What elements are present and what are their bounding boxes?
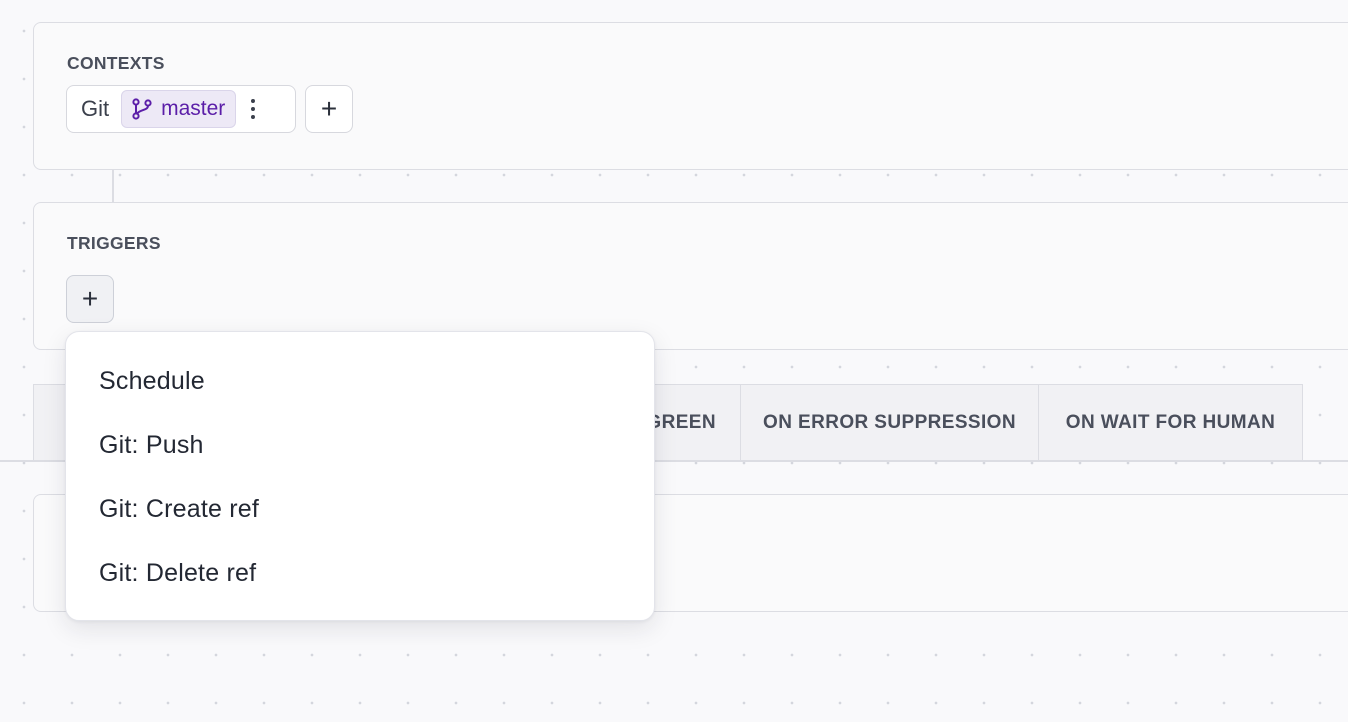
git-branch-icon xyxy=(130,97,154,121)
triggers-title: TRIGGERS xyxy=(67,233,161,253)
tab-label: GREEN xyxy=(646,412,716,433)
trigger-type-dropdown: Schedule Git: Push Git: Create ref Git: … xyxy=(65,331,655,621)
branch-badge[interactable]: master xyxy=(121,90,237,128)
git-context-chip[interactable]: Git master xyxy=(66,85,296,133)
branch-name: master xyxy=(161,97,226,120)
contexts-title: CONTEXTS xyxy=(67,53,165,73)
triggers-card: TRIGGERS + xyxy=(33,202,1348,350)
tab-on-wait-for-human[interactable]: ON WAIT FOR HUMAN xyxy=(1039,384,1303,461)
menu-item-git-delete-ref[interactable]: Git: Delete ref xyxy=(66,541,654,605)
add-trigger-button[interactable]: + xyxy=(66,275,114,323)
contexts-card: CONTEXTS Git master + xyxy=(33,22,1348,170)
tab-on-error-suppression[interactable]: ON ERROR SUPPRESSION xyxy=(741,384,1039,461)
card-connector-line xyxy=(112,169,114,203)
menu-item-git-push[interactable]: Git: Push xyxy=(66,413,654,477)
tab-label: ON ERROR SUPPRESSION xyxy=(763,412,1016,433)
context-type-label: Git xyxy=(81,96,110,121)
menu-item-schedule[interactable]: Schedule xyxy=(66,349,654,413)
tab-label: ON WAIT FOR HUMAN xyxy=(1065,412,1276,433)
add-context-button[interactable]: + xyxy=(305,85,353,133)
kebab-menu-icon[interactable] xyxy=(244,94,262,124)
menu-item-git-create-ref[interactable]: Git: Create ref xyxy=(66,477,654,541)
